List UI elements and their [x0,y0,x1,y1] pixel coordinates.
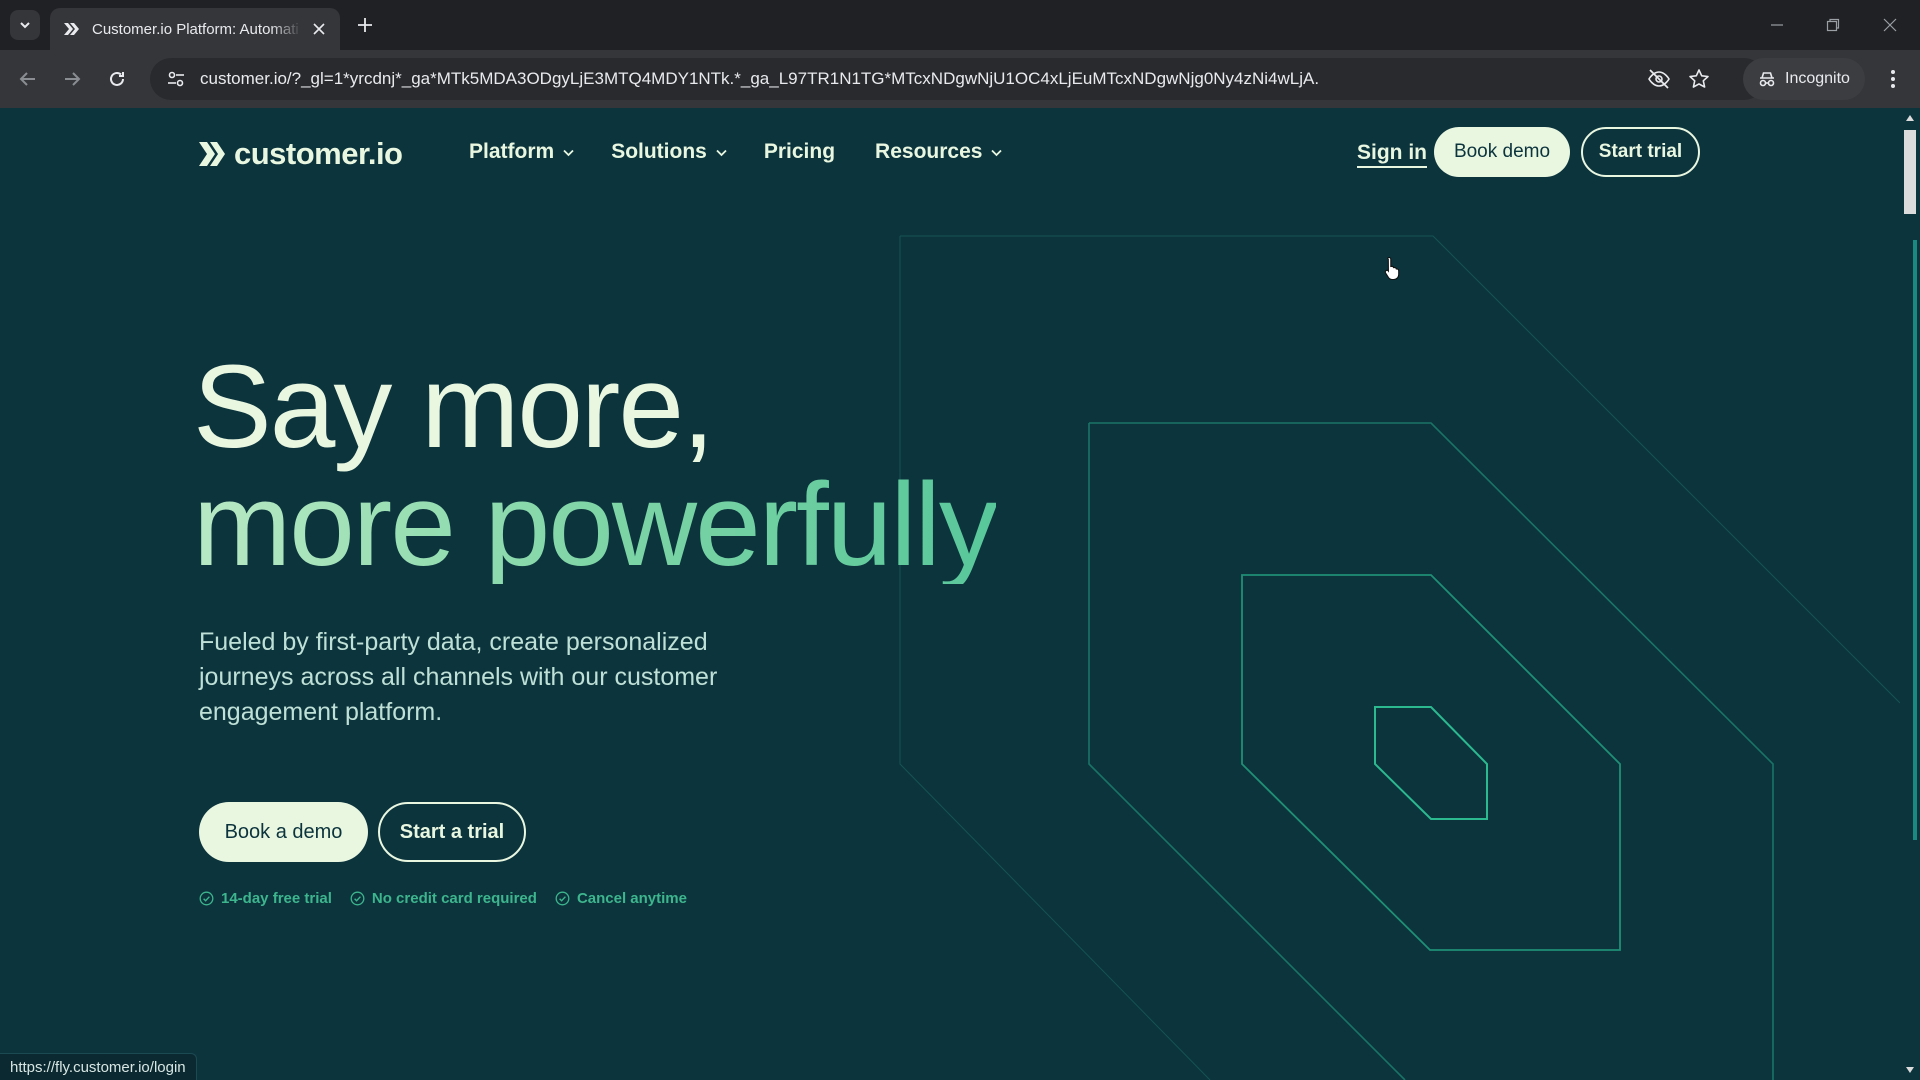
window-restore-button[interactable] [1813,10,1853,40]
close-icon [1883,18,1897,32]
star-icon [1689,69,1709,88]
customerio-logo-icon [199,142,225,166]
browser-tab-bar: Customer.io Platform: Automati [0,0,1920,50]
hero-title-line2: more powerfully [193,459,998,591]
close-icon [313,23,325,35]
triangle-down-icon [1906,1067,1914,1073]
new-tab-button[interactable] [352,12,378,38]
window-close-button[interactable] [1870,10,1910,40]
scrollbar-thumb[interactable] [1904,130,1916,214]
url-text: customer.io/?_gl=1*yrcdnj*_ga*MTk5MDA3OD… [200,69,1320,88]
start-trial-button[interactable]: Start trial [1581,127,1700,177]
page-scrollbar[interactable] [1900,108,1920,1080]
nav-platform[interactable]: Platform [469,140,575,164]
perk-item: No credit card required [350,890,537,907]
tab-title: Customer.io Platform: Automati [92,20,299,38]
triangle-up-icon [1906,115,1914,121]
nav-solutions[interactable]: Solutions [611,140,728,164]
link-status-bar: https://fly.customer.io/login [0,1053,197,1080]
chevron-down-icon [716,149,727,156]
logo-text: customer.io [234,136,403,171]
scrollbar-track-highlight [1913,240,1917,840]
sign-in-link[interactable]: Sign in [1357,141,1427,168]
nav-platform-label: Platform [469,140,555,163]
arrow-left-icon [19,72,35,86]
book-a-demo-button[interactable]: Book a demo [199,802,368,862]
book-demo-button[interactable]: Book demo [1434,127,1570,177]
main-navigation: Platform Solutions Pricing Resources [469,140,1039,164]
window-minimize-button[interactable] [1757,10,1797,40]
start-a-trial-button[interactable]: Start a trial [378,802,526,862]
check-circle-icon [555,891,570,906]
nav-solutions-label: Solutions [611,140,707,163]
address-bar[interactable]: customer.io/?_gl=1*yrcdnj*_ga*MTk5MDA3OD… [150,58,1765,100]
reload-button[interactable] [102,64,132,94]
nav-resources-label: Resources [875,140,983,163]
perk-item: Cancel anytime [555,890,687,907]
tracking-protection-button[interactable] [1646,66,1672,92]
restore-icon [1826,18,1840,32]
chevron-down-icon [563,149,574,156]
eye-off-icon [1648,69,1670,89]
browser-tab-active[interactable]: Customer.io Platform: Automati [50,8,340,50]
hero-background-pattern [899,235,1900,1080]
check-circle-icon [350,891,365,906]
perk-label: No credit card required [371,890,537,907]
site-info-button[interactable] [154,58,198,100]
check-circle-icon [199,891,214,906]
plus-icon [358,18,372,32]
forward-button[interactable] [57,64,87,94]
incognito-icon [1759,72,1775,87]
nav-resources[interactable]: Resources [875,140,1003,164]
site-logo[interactable]: customer.io [198,136,403,172]
hero-title-line1: Say more, [193,341,715,473]
minimize-icon [1771,24,1783,26]
chevron-down-icon [20,22,30,29]
incognito-indicator[interactable]: Incognito [1743,58,1865,100]
scroll-down-button[interactable] [1900,1060,1920,1080]
tab-close-button[interactable] [310,20,328,38]
perk-label: 14-day free trial [221,890,332,907]
hero-title: Say more, more powerfully [193,341,998,591]
browser-toolbar: customer.io/?_gl=1*yrcdnj*_ga*MTk5MDA3OD… [0,50,1920,108]
perk-item: 14-day free trial [199,890,332,907]
customerio-favicon-icon [64,23,79,35]
tune-icon [168,71,184,87]
reload-icon [110,71,124,86]
bookmark-button[interactable] [1686,66,1712,92]
tab-search-button[interactable] [10,10,40,40]
back-button[interactable] [13,64,43,94]
perk-label: Cancel anytime [576,890,687,907]
nav-pricing-label: Pricing [763,140,836,163]
mouse-pointer-icon [1384,256,1400,280]
chevron-down-icon [991,149,1003,156]
arrow-right-icon [65,72,81,86]
page-viewport: customer.io Platform Solutions Pricing R… [0,108,1900,1080]
scroll-up-button[interactable] [1900,108,1920,128]
browser-menu-button[interactable] [1878,64,1908,94]
hero-subtitle: Fueled by first-party data, create perso… [199,628,718,726]
perks-list: 14-day free trial No credit card require… [199,890,705,907]
incognito-label: Incognito [1785,70,1850,87]
kebab-menu-icon [1891,70,1895,88]
nav-pricing[interactable]: Pricing [764,140,835,164]
